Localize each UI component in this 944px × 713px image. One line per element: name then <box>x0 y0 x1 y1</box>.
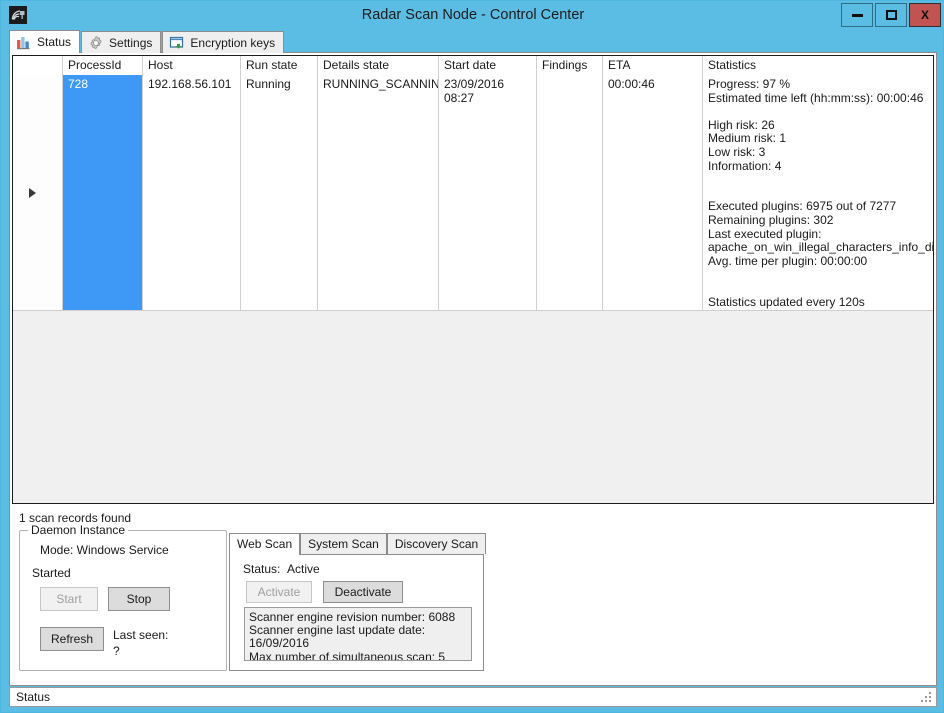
cell-statistics[interactable]: Progress: 97 % Estimated time left (hh:m… <box>703 75 933 310</box>
minimize-button[interactable] <box>841 3 873 27</box>
window-title: Radar Scan Node - Control Center <box>361 7 585 23</box>
grid-header-eta[interactable]: ETA <box>603 56 703 75</box>
scan-type-tab-strip: Web Scan System Scan Discovery Scan <box>229 533 487 555</box>
deactivate-button[interactable]: Deactivate <box>323 581 403 603</box>
cell-start-date[interactable]: 23/09/2016 08:27 <box>439 75 537 310</box>
grid-header-selector <box>13 56 63 75</box>
tab-settings[interactable]: Settings <box>81 31 162 53</box>
maximize-button[interactable] <box>875 3 907 27</box>
key-window-icon <box>170 36 184 49</box>
tab-encryption-keys-label: Encryption keys <box>190 35 276 50</box>
cell-host[interactable]: 192.168.56.101 <box>143 75 241 310</box>
status-tab-page: ProcessId Host Run state Details state S… <box>9 52 937 686</box>
daemon-refresh-button[interactable]: Refresh <box>40 627 104 651</box>
daemon-last-seen-label: Last seen: <box>113 628 169 642</box>
title-bar[interactable]: Radar Scan Node - Control Center X <box>1 1 944 29</box>
grid-header-findings[interactable]: Findings <box>537 56 603 75</box>
cell-details-state[interactable]: RUNNING_SCANNING <box>318 75 439 310</box>
tab-web-scan[interactable]: Web Scan <box>229 533 301 555</box>
scan-records-grid[interactable]: ProcessId Host Run state Details state S… <box>12 55 934 504</box>
daemon-stop-button[interactable]: Stop <box>108 587 170 611</box>
tab-discovery-scan[interactable]: Discovery Scan <box>386 533 487 554</box>
tab-status-label: Status <box>37 35 72 49</box>
grid-header-processid[interactable]: ProcessId <box>63 56 143 75</box>
tab-system-scan[interactable]: System Scan <box>300 533 387 554</box>
daemon-instance-group: Daemon Instance Mode: Windows Service St… <box>19 523 227 671</box>
cell-run-state[interactable]: Running <box>241 75 318 310</box>
cell-eta[interactable]: 00:00:46 <box>603 75 703 310</box>
daemon-start-button[interactable]: Start <box>40 587 98 611</box>
resize-gripper[interactable] <box>921 692 933 704</box>
table-row[interactable]: 728 192.168.56.101 Running RUNNING_SCANN… <box>13 75 933 311</box>
grid-body: 728 192.168.56.101 Running RUNNING_SCANN… <box>13 75 933 503</box>
daemon-state-label: Started <box>32 566 71 580</box>
application-window: Radar Scan Node - Control Center X Statu… <box>0 0 944 713</box>
minimize-icon <box>851 13 863 17</box>
maximize-icon <box>885 10 897 20</box>
daemon-last-seen-value: ? <box>113 644 120 658</box>
grid-header-host[interactable]: Host <box>143 56 241 75</box>
activate-button[interactable]: Activate <box>246 581 312 603</box>
window-controls: X <box>839 3 941 27</box>
status-bar: Status <box>9 687 937 707</box>
cell-findings[interactable] <box>537 75 603 310</box>
gear-icon <box>90 35 102 49</box>
main-tab-strip: Status Settings Encryption keys <box>9 30 937 53</box>
web-scan-status-value: Active <box>287 562 320 576</box>
daemon-mode-label: Mode: Windows Service <box>40 543 169 557</box>
cell-processid[interactable]: 728 <box>63 75 143 310</box>
tab-settings-label: Settings <box>109 35 153 50</box>
row-selector-arrow-icon <box>29 187 36 198</box>
web-scan-status-label: Status: <box>243 562 281 576</box>
close-icon: X <box>920 8 929 22</box>
status-bar-text: Status <box>16 690 51 704</box>
grid-header-run-state[interactable]: Run state <box>241 56 318 75</box>
tab-status[interactable]: Status <box>9 30 81 53</box>
daemon-group-title: Daemon Instance <box>28 523 129 537</box>
scanner-engine-info: Scanner engine revision number: 6088 Sca… <box>244 607 472 661</box>
web-scan-panel: Status: Active Activate Deactivate Scann… <box>229 554 484 671</box>
grid-header-row: ProcessId Host Run state Details state S… <box>13 56 933 75</box>
tab-encryption-keys[interactable]: Encryption keys <box>162 31 285 53</box>
scan-type-tab-control: Web Scan System Scan Discovery Scan Stat… <box>229 533 487 671</box>
grid-header-statistics[interactable]: Statistics <box>703 56 933 75</box>
bar-chart-icon <box>17 37 30 50</box>
close-button[interactable]: X <box>909 3 941 27</box>
grid-header-start-date[interactable]: Start date <box>439 56 537 75</box>
row-selector-cell[interactable] <box>13 75 63 310</box>
grid-header-details-state[interactable]: Details state <box>318 56 439 75</box>
